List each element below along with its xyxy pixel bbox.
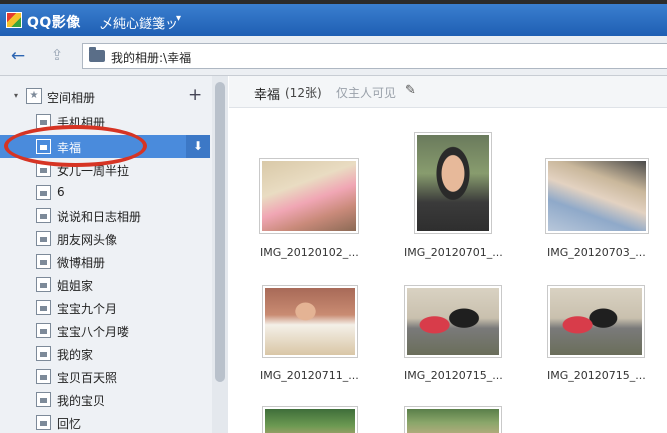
sidebar-item-label: 回忆 xyxy=(57,417,82,431)
sidebar-item-album[interactable]: 我的家 xyxy=(0,342,210,365)
sidebar-item-label: 姐姐家 xyxy=(57,279,94,293)
sidebar-item-album[interactable]: 女儿一周半拉 xyxy=(0,158,210,181)
sidebar-item-label: 朋友网头像 xyxy=(57,233,118,247)
visibility-label: 仅主人可见 xyxy=(336,86,397,100)
album-icon xyxy=(36,392,51,407)
back-arrow-icon[interactable]: ← xyxy=(8,46,28,66)
photo-image xyxy=(550,288,642,355)
sidebar-item-album[interactable]: 宝宝九个月 xyxy=(0,296,210,319)
title-bar: QQ影像 乄純心鐩箋ッ ▾ xyxy=(0,0,667,36)
album-icon xyxy=(36,254,51,269)
user-name-menu[interactable]: 乄純心鐩箋ッ xyxy=(100,13,178,32)
photo-image xyxy=(548,161,646,231)
album-icon xyxy=(36,369,51,384)
sidebar-item-label: 幸福 xyxy=(57,141,82,155)
sidebar-item-album[interactable]: 说说和日志相册 xyxy=(0,204,210,227)
sidebar-item-label: 微博相册 xyxy=(57,256,106,270)
photo-name: IMG_20120703_... xyxy=(547,246,646,259)
photo-image xyxy=(262,161,356,231)
address-bar: ← ⇪ 我的相册:\幸福 xyxy=(0,36,667,76)
album-icon xyxy=(36,139,51,154)
photo-thumbnail[interactable] xyxy=(404,406,502,433)
expand-arrow-icon[interactable]: ▾ xyxy=(14,91,18,100)
sidebar-item-album[interactable]: 宝宝八个月喽 xyxy=(0,319,210,342)
photo-panel: 幸福 (12张) 仅主人可见 ✎ IMG_20120102_... IMG_20… xyxy=(229,76,667,433)
sidebar-item-label: 手机相册 xyxy=(57,116,106,130)
photo-image xyxy=(407,288,499,355)
download-icon[interactable]: ⬇ xyxy=(186,135,210,158)
sidebar-item-label: 宝宝八个月喽 xyxy=(57,325,130,339)
sidebar-item-label: 我的家 xyxy=(57,348,94,362)
folder-icon xyxy=(89,47,105,62)
sidebar-item-label: 宝贝百天照 xyxy=(57,371,118,385)
album-title: 幸福 xyxy=(254,88,281,103)
sidebar: ▾ ★ 空间相册 + 手机相册 幸福 ⬇ 女儿一周半拉 6 说说和日志相册 朋友… xyxy=(0,76,228,433)
album-icon xyxy=(36,114,51,129)
scrollbar-thumb[interactable] xyxy=(215,82,225,382)
photo-thumbnail[interactable] xyxy=(259,158,359,234)
photo-name: IMG_20120715_... xyxy=(547,369,646,382)
photo-count: (12张) xyxy=(285,86,322,100)
photo-name: IMG_20120711_... xyxy=(260,369,359,382)
photo-thumbnail[interactable] xyxy=(545,158,649,234)
photo-image xyxy=(417,135,489,231)
sidebar-item-album[interactable]: 6 xyxy=(0,181,210,204)
photo-name: IMG_20120701_... xyxy=(404,246,503,259)
app-logo-icon xyxy=(6,12,22,28)
sidebar-item-album[interactable]: 微博相册 xyxy=(0,250,210,273)
photo-thumbnail[interactable] xyxy=(547,285,645,358)
sidebar-item-album[interactable]: 朋友网头像 xyxy=(0,227,210,250)
photo-image xyxy=(407,409,499,433)
photo-thumbnail[interactable] xyxy=(262,285,358,358)
album-icon xyxy=(36,185,51,200)
album-icon xyxy=(36,300,51,315)
sidebar-item-album[interactable]: 回忆 xyxy=(0,411,210,433)
album-icon xyxy=(36,231,51,246)
chevron-down-icon[interactable]: ▾ xyxy=(176,13,181,24)
pencil-icon[interactable]: ✎ xyxy=(405,83,416,98)
sidebar-item-label: 说说和日志相册 xyxy=(57,210,142,224)
sidebar-item-label: 我的宝贝 xyxy=(57,394,106,408)
app-title: QQ影像 xyxy=(27,15,81,31)
album-icon xyxy=(36,162,51,177)
album-icon xyxy=(36,415,51,430)
album-icon xyxy=(36,277,51,292)
album-header: 幸福 (12张) 仅主人可见 ✎ xyxy=(229,76,667,108)
sidebar-item-album[interactable]: 我的宝贝 xyxy=(0,388,210,411)
album-icon xyxy=(36,208,51,223)
photo-name: IMG_20120102_... xyxy=(260,246,359,259)
sidebar-item-label: 宝宝九个月 xyxy=(57,302,118,316)
photo-thumbnail[interactable] xyxy=(404,285,502,358)
path-text: 我的相册:\幸福 xyxy=(111,51,192,65)
sidebar-item-label: 女儿一周半拉 xyxy=(57,164,130,178)
up-folder-icon[interactable]: ⇪ xyxy=(46,45,68,65)
photo-thumbnail[interactable] xyxy=(262,406,358,433)
photo-image xyxy=(265,409,355,433)
path-field[interactable]: 我的相册:\幸福 xyxy=(82,43,667,69)
photo-name: IMG_20120715_... xyxy=(404,369,503,382)
sidebar-item-selected[interactable]: 幸福 ⬇ xyxy=(0,135,210,158)
sidebar-group-title: 空间相册 xyxy=(47,91,96,105)
sidebar-group-header[interactable]: ▾ ★ 空间相册 + xyxy=(0,85,210,108)
photo-image xyxy=(265,288,355,355)
sidebar-scrollbar[interactable] xyxy=(212,76,228,433)
album-icon xyxy=(36,323,51,338)
photo-thumbnail[interactable] xyxy=(414,132,492,234)
sidebar-item-album[interactable]: 手机相册 xyxy=(0,110,210,133)
add-album-icon[interactable]: + xyxy=(188,85,202,105)
star-icon: ★ xyxy=(26,88,42,104)
album-icon xyxy=(36,346,51,361)
sidebar-item-album[interactable]: 姐姐家 xyxy=(0,273,210,296)
sidebar-item-album[interactable]: 宝贝百天照 xyxy=(0,365,210,388)
sidebar-item-label: 6 xyxy=(57,185,65,199)
